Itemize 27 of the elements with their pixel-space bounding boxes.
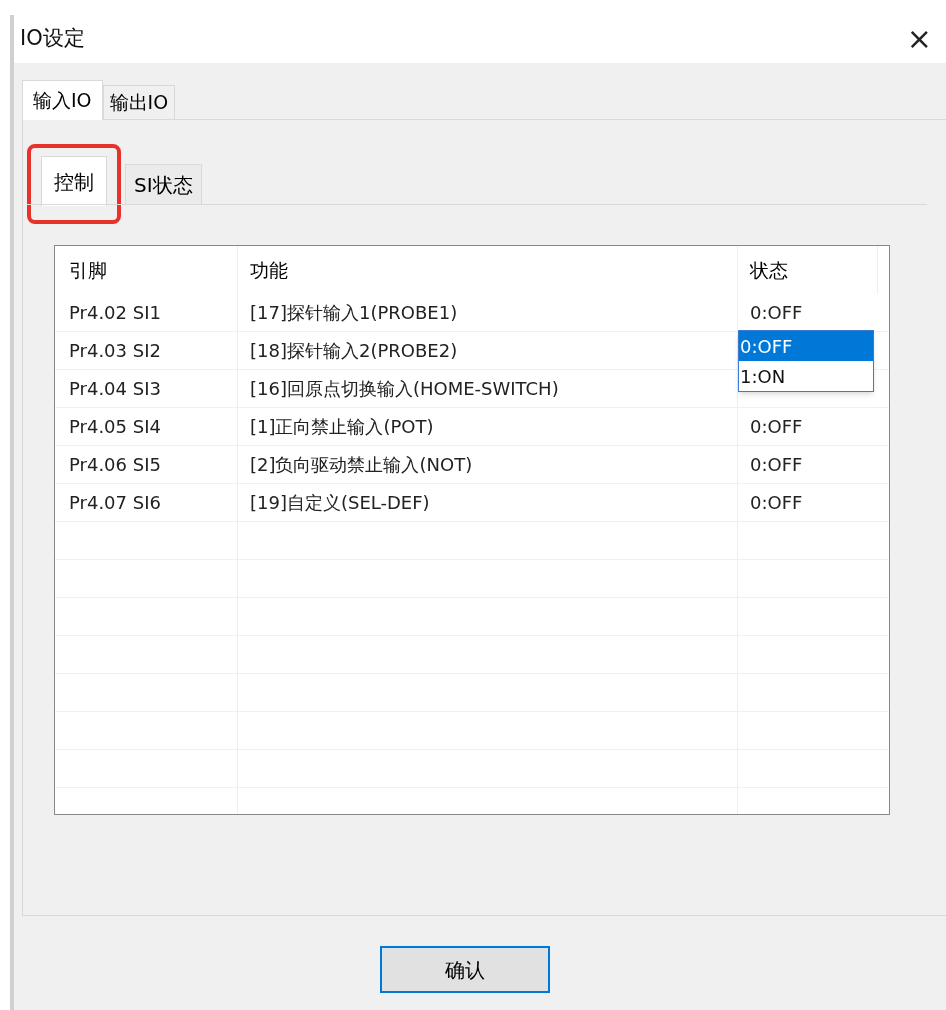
close-button[interactable]: ×: [902, 24, 936, 54]
table-cell: Pr4.04 SI3: [55, 370, 238, 407]
dropdown-option[interactable]: 1:ON: [739, 361, 873, 391]
table-cell[interactable]: 0:OFF: [738, 408, 878, 445]
table-cell: Pr4.03 SI2: [55, 332, 238, 369]
table-cell: [16]回原点切换输入(HOME-SWITCH): [238, 370, 738, 407]
table-cell[interactable]: 0:OFF: [738, 294, 878, 331]
window-title: IO设定: [20, 25, 85, 53]
table-cell: Pr4.06 SI5: [55, 446, 238, 483]
dropdown-option[interactable]: 0:OFF: [739, 331, 873, 361]
column-header[interactable]: 功能: [238, 246, 738, 294]
table-cell: [19]自定义(SEL-DEF): [238, 484, 738, 521]
table-cell: Pr4.02 SI1: [55, 294, 238, 331]
tab[interactable]: 输出IO: [102, 85, 176, 119]
table-cell[interactable]: 0:OFF: [738, 446, 878, 483]
table-cell: [2]负向驱动禁止输入(NOT): [238, 446, 738, 483]
tab[interactable]: 控制: [41, 156, 107, 206]
table-cell: Pr4.07 SI6: [55, 484, 238, 521]
table-cell: Pr4.05 SI4: [55, 408, 238, 445]
table-cell: [1]正向禁止输入(POT): [238, 408, 738, 445]
tab[interactable]: 输入IO: [22, 80, 103, 120]
tab[interactable]: SI状态: [125, 164, 202, 204]
table-cell: [17]探针输入1(PROBE1): [238, 294, 738, 331]
confirm-button[interactable]: 确认: [380, 946, 550, 993]
column-header[interactable]: 状态: [738, 246, 878, 294]
column-header[interactable]: 引脚: [55, 246, 238, 294]
table-cell[interactable]: 0:OFF: [738, 484, 878, 521]
